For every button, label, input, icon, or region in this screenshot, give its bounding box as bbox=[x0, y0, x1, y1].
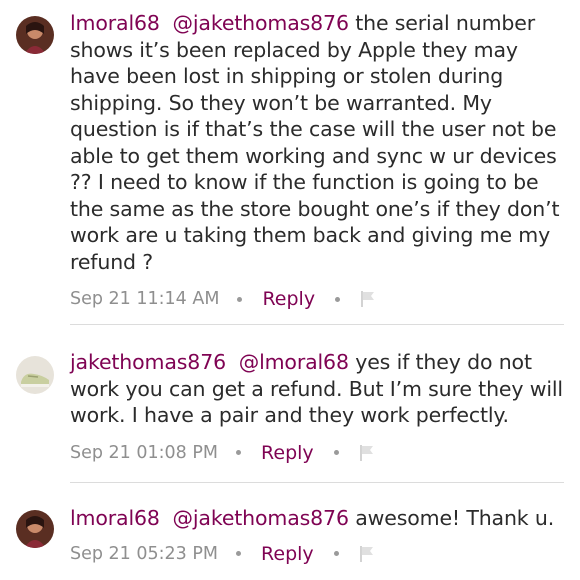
author-link[interactable]: lmoral68 bbox=[70, 506, 160, 530]
reply-button[interactable]: Reply bbox=[262, 288, 315, 310]
comment-body: awesome! Thank u. bbox=[348, 506, 555, 530]
sneaker-avatar-photo[interactable] bbox=[16, 356, 54, 394]
comment-body: the serial number shows it’s been replac… bbox=[70, 11, 560, 274]
divider bbox=[70, 324, 564, 325]
reply-button[interactable]: Reply bbox=[261, 543, 314, 565]
flag-icon[interactable] bbox=[359, 444, 375, 462]
mention-link[interactable]: @lmoral68 bbox=[239, 350, 349, 374]
comment-text: lmoral68 @jakethomas876 the serial numbe… bbox=[70, 10, 570, 275]
comment-thread: lmoral68 @jakethomas876 the serial numbe… bbox=[0, 0, 580, 580]
separator-dot bbox=[333, 450, 339, 455]
mention-link[interactable]: @jakethomas876 bbox=[173, 506, 349, 530]
divider bbox=[70, 482, 564, 483]
separator-dot bbox=[237, 296, 243, 302]
comment-meta: Sep 21 01:08 PM Reply bbox=[70, 439, 570, 467]
user-avatar-photo[interactable] bbox=[16, 510, 54, 548]
comment-timestamp: Sep 21 05:23 PM bbox=[70, 543, 219, 564]
comment-text: lmoral68 @jakethomas876 awesome! Thank u… bbox=[70, 505, 570, 532]
comment-timestamp: Sep 21 11:14 AM bbox=[70, 289, 220, 309]
comment-timestamp: Sep 21 01:08 PM bbox=[70, 442, 219, 463]
separator-dot bbox=[236, 551, 242, 556]
user-avatar-photo[interactable] bbox=[16, 16, 54, 54]
author-link[interactable]: lmoral68 bbox=[70, 11, 160, 35]
comment-text: jakethomas876 @lmoral68 yes if they do n… bbox=[70, 349, 570, 429]
author-link[interactable]: jakethomas876 bbox=[70, 350, 226, 374]
mention-link[interactable]: @jakethomas876 bbox=[173, 11, 349, 35]
comment-meta: Sep 21 11:14 AM Reply bbox=[70, 285, 570, 313]
flag-icon[interactable] bbox=[360, 290, 376, 308]
reply-button[interactable]: Reply bbox=[261, 442, 314, 464]
separator-dot bbox=[335, 296, 341, 302]
separator-dot bbox=[333, 551, 339, 556]
flag-icon[interactable] bbox=[359, 545, 375, 563]
comment-meta: Sep 21 05:23 PM Reply bbox=[70, 540, 570, 568]
separator-dot bbox=[236, 450, 242, 455]
